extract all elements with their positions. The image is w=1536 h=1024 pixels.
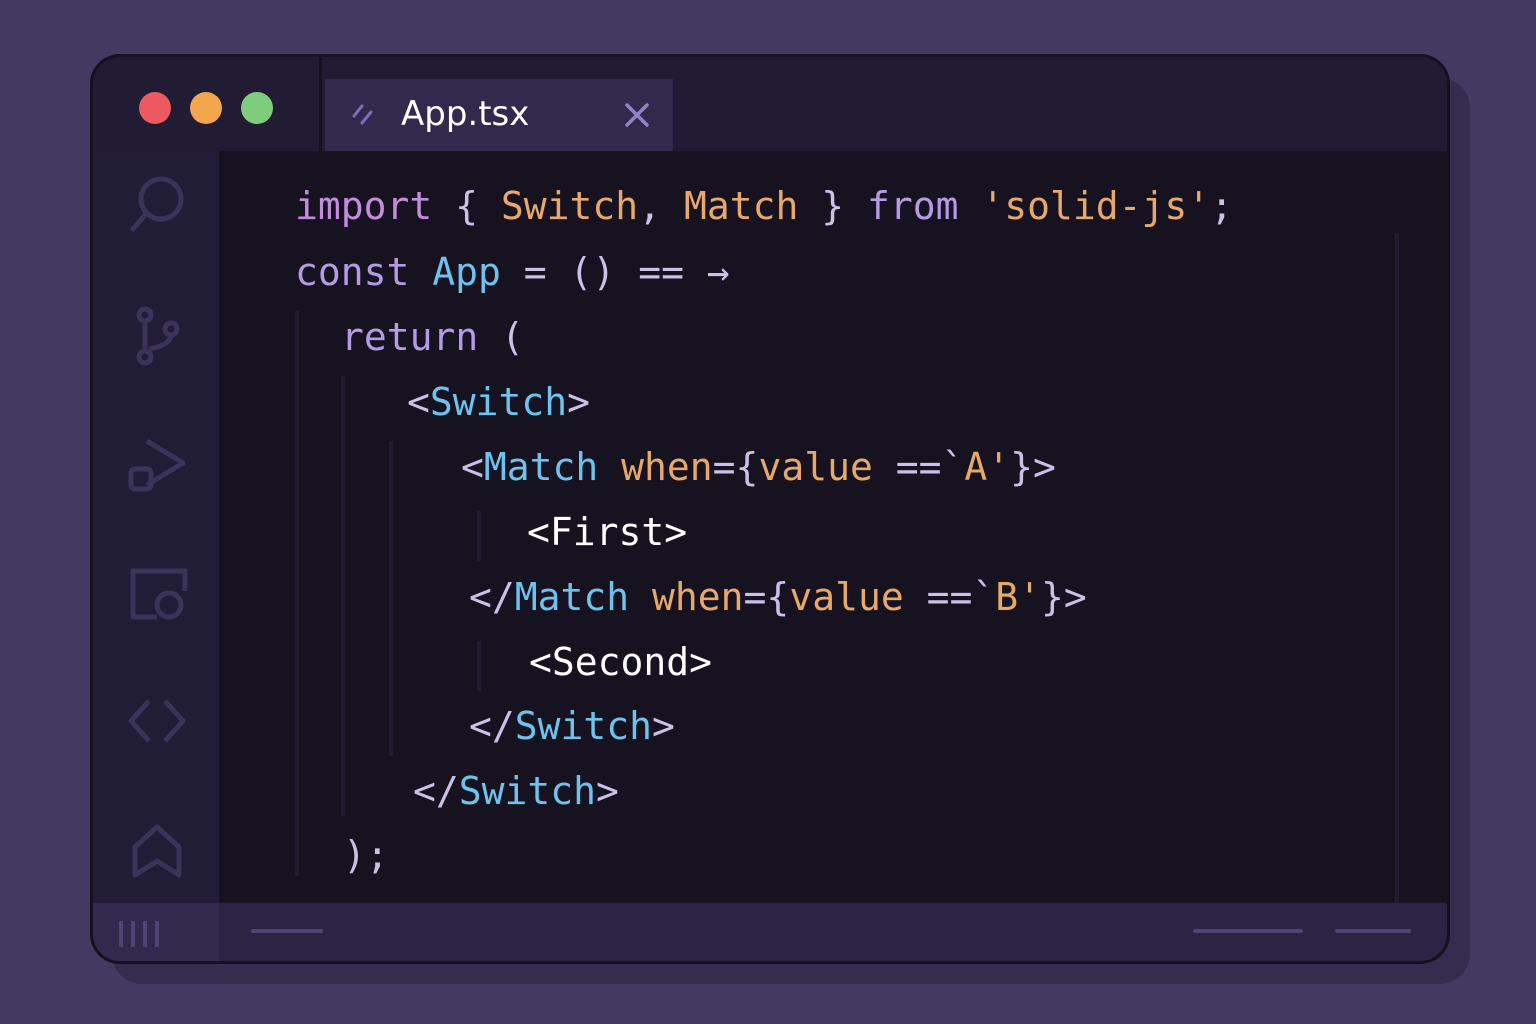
scrollbar-track[interactable] [1395,233,1399,903]
code-line: </Match when={value ==`B'}> [469,572,1087,622]
remote-explorer-icon[interactable] [125,561,189,625]
code-token: }> [1010,445,1056,489]
status-panel-toggle[interactable] [93,903,219,961]
code-token: > [652,704,675,748]
search-icon[interactable] [125,173,189,237]
code-token: </ [413,769,459,813]
code-token: { [432,184,501,228]
panel-toggle-icon [119,921,159,947]
code-token: const [295,250,410,294]
window-controls [139,92,273,124]
code-token: A' [964,445,1011,489]
minimize-window-button[interactable] [190,92,222,124]
file-icon [352,104,373,125]
code-editor[interactable]: import { Switch, Match } from 'solid-js'… [219,151,1447,903]
code-token: Switch [514,704,653,748]
status-bar [93,903,1447,961]
code-token: App [432,250,501,294]
code-token: Match [483,445,599,489]
code-token: ={ [743,575,790,619]
code-token: > [567,380,591,424]
code-token: when [629,575,744,619]
code-token: Switch [500,184,639,228]
tab-app-tsx[interactable]: App.tsx [325,79,673,151]
code-token: }> [1040,575,1087,619]
indent-guide [341,376,345,816]
code-token: when [598,445,713,489]
code-token: , [638,184,684,228]
tab-divider [319,57,322,151]
code-token: Match [683,184,799,228]
code-line: import { Switch, Match } from 'solid-js'… [295,181,1233,231]
indent-guide [477,511,481,561]
code-token: Match [514,575,630,619]
code-token: ==` [903,575,996,619]
maximize-window-button[interactable] [241,92,273,124]
close-icon[interactable] [623,101,651,129]
activity-bar [93,151,219,903]
code-line: <Match when={value ==`A'}> [461,442,1056,492]
code-line: ); [343,830,389,880]
code-line: </Switch> [469,701,675,751]
code-token: = () == → [500,250,730,294]
code-token: value [758,445,873,489]
code-token: value [789,575,904,619]
indent-guide [295,311,299,876]
close-window-button[interactable] [139,92,171,124]
code-line: </Switch> [413,766,619,816]
status-item[interactable] [1335,929,1411,933]
code-token: </ [469,704,515,748]
code-token: ==` [872,445,965,489]
code-icon[interactable] [125,689,189,753]
editor-window: App.tsx import {Switch, Match} from 's… [90,54,1450,964]
code-token: ={ [712,445,759,489]
code-token: B' [995,575,1041,619]
code-token: from [867,184,959,228]
code-line: <Switch> [407,377,590,427]
code-line: return ( [341,312,524,362]
code-token: > [596,769,619,813]
code-line: <First> [527,507,687,557]
code-token: return [341,315,479,359]
code-token: ); [343,833,389,877]
code-token: Switch [458,769,597,813]
indent-guide [477,641,481,691]
code-token: < [407,380,430,424]
code-token: 'solid-js' [958,184,1211,228]
code-line: <Second> [529,637,712,687]
tab-label: App.tsx [401,94,530,134]
bookmark-icon[interactable] [125,819,189,883]
code-token: <First> [527,510,688,554]
code-token: ; [1210,184,1234,228]
code-token: </ [469,575,515,619]
code-token: Switch [429,380,568,424]
code-token: ( [478,315,525,359]
status-item[interactable] [251,929,323,933]
indent-guide [389,441,393,756]
source-control-icon[interactable] [125,303,189,367]
code-token: <Second> [529,640,713,684]
run-debug-icon[interactable] [125,433,189,497]
code-line: const App = () == → [295,247,730,297]
code-token: import [295,184,433,228]
status-item[interactable] [1193,929,1303,933]
code-token: < [461,445,484,489]
code-token: } [798,184,867,228]
